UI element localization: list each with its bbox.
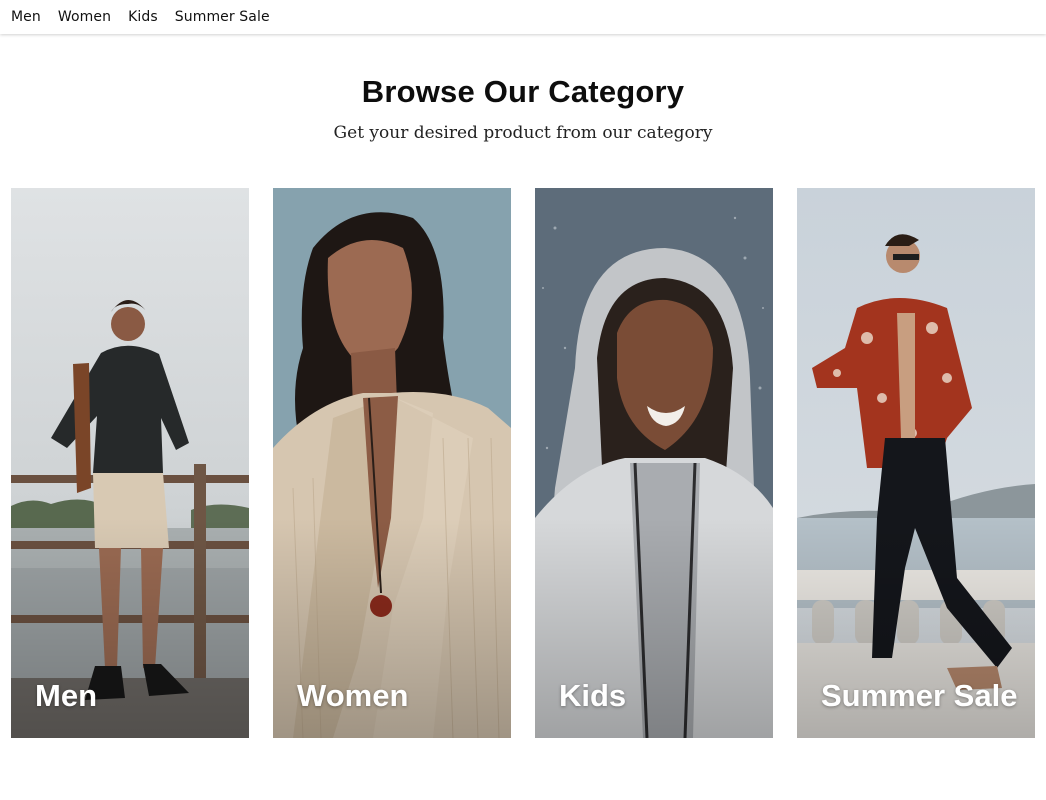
top-nav: Men Women Kids Summer Sale bbox=[0, 0, 1046, 34]
card-overlay bbox=[797, 188, 1035, 738]
nav-link-kids[interactable]: Kids bbox=[128, 0, 158, 34]
category-card-men[interactable]: Men bbox=[11, 188, 249, 738]
category-card-kids[interactable]: Kids bbox=[535, 188, 773, 738]
card-overlay bbox=[535, 188, 773, 738]
category-card-women[interactable]: Women bbox=[273, 188, 511, 738]
section-title: Browse Our Category bbox=[361, 74, 685, 109]
card-overlay bbox=[273, 188, 511, 738]
category-label-kids: Kids bbox=[559, 678, 627, 713]
category-card-summer-sale[interactable]: Summer Sale bbox=[797, 188, 1035, 738]
nav-link-men[interactable]: Men bbox=[11, 0, 41, 34]
section-subtitle: Get your desired product from our catego… bbox=[333, 123, 713, 143]
nav-link-summer-sale[interactable]: Summer Sale bbox=[175, 0, 270, 34]
nav-link-women[interactable]: Women bbox=[58, 0, 111, 34]
category-label-summer-sale: Summer Sale bbox=[821, 678, 1018, 713]
card-overlay bbox=[11, 188, 249, 738]
category-label-men: Men bbox=[35, 678, 97, 713]
category-label-women: Women bbox=[297, 678, 409, 713]
